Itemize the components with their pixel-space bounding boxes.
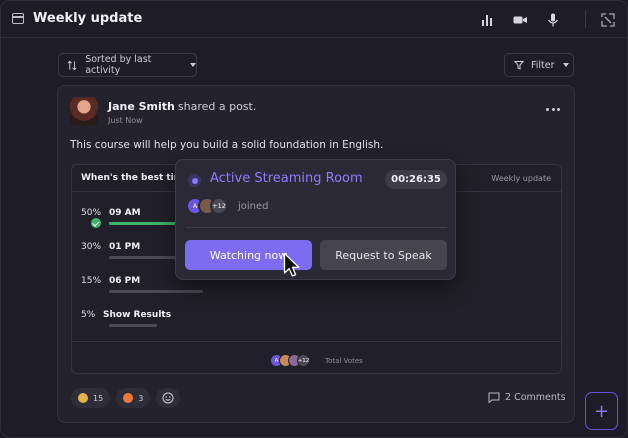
option-label: 01 PM <box>109 242 141 252</box>
room-title: Active Streaming Room <box>210 171 363 186</box>
reaction-count: 15 <box>93 393 104 403</box>
party-popper-icon <box>78 393 88 403</box>
option-bar <box>109 256 181 259</box>
option-bar <box>109 324 157 327</box>
chevron-down-icon <box>190 63 196 67</box>
chevron-down-icon <box>562 63 569 67</box>
fire-icon <box>123 393 134 403</box>
option-percent: 5% <box>81 310 96 320</box>
smiley-icon <box>162 392 174 404</box>
video-camera-icon[interactable] <box>512 12 528 28</box>
more-options-icon[interactable] <box>546 106 560 112</box>
comment-icon <box>488 392 500 403</box>
option-label: Show Results <box>103 310 172 320</box>
request-to-speak-button[interactable]: Request to Speak <box>320 240 447 270</box>
comments-count: 2 Comments <box>505 392 566 403</box>
plus-icon: + <box>593 400 610 422</box>
filter-icon <box>514 61 524 70</box>
toolbar-divider <box>585 10 586 28</box>
option-percent: 15% <box>81 276 102 286</box>
poll-tag: Weekly update <box>491 174 551 183</box>
sort-icon <box>67 60 77 70</box>
divider <box>186 227 447 228</box>
sort-dropdown[interactable]: Sorted by last activity <box>58 53 197 77</box>
joined-label: joined <box>238 201 269 212</box>
option-bar <box>109 290 203 293</box>
option-percent: 30% <box>81 242 102 252</box>
avatar-overflow-count: +12 <box>297 354 310 367</box>
add-reaction-button[interactable] <box>156 388 181 408</box>
voter-avatars: A +12 <box>270 354 310 367</box>
poll-option[interactable]: 5% Show Results <box>81 310 381 338</box>
total-votes-label: Total Votes <box>325 357 363 365</box>
streaming-room-popover: Active Streaming Room 00:26:35 A +12 joi… <box>175 159 456 280</box>
option-label: 09 AM <box>109 208 141 218</box>
check-icon <box>91 218 101 228</box>
reaction-count: 3 <box>138 393 144 403</box>
post-timestamp: Just Now <box>108 116 143 125</box>
live-indicator-icon <box>188 174 201 187</box>
joined-avatars: A +12 <box>186 197 228 215</box>
window-icon <box>12 13 24 24</box>
window-title: Weekly update <box>33 11 143 26</box>
comments-link[interactable]: 2 Comments <box>488 392 566 403</box>
poll-option[interactable]: 15% 06 PM <box>81 276 381 304</box>
add-button[interactable]: + <box>585 392 618 430</box>
option-label: 06 PM <box>109 276 141 286</box>
mouse-cursor-icon <box>283 252 300 277</box>
avatar-overflow-count: +12 <box>210 197 228 215</box>
stream-timer: 00:26:35 <box>385 170 447 189</box>
title-bar: Weekly update <box>1 1 627 38</box>
poll-question: When's the best time <box>81 173 190 183</box>
filter-dropdown[interactable]: Filter <box>504 53 574 77</box>
reaction-fire[interactable]: 3 <box>116 388 151 408</box>
app-window: Weekly update Sorted by last activity Fi… <box>0 0 628 438</box>
option-percent: 50% <box>81 208 102 218</box>
post-author: Jane Smith shared a post. <box>108 100 256 113</box>
sort-label: Sorted by last activity <box>85 54 152 76</box>
post-action: shared a post. <box>177 100 257 113</box>
author-name[interactable]: Jane Smith <box>108 100 175 113</box>
bar-chart-icon[interactable] <box>479 12 495 28</box>
post-body: This course will help you build a solid … <box>70 139 384 151</box>
filter-label: Filter <box>531 59 555 71</box>
microphone-icon[interactable] <box>545 12 561 28</box>
picture-in-picture-icon[interactable] <box>600 12 616 28</box>
avatar[interactable] <box>70 97 98 125</box>
reaction-party[interactable]: 15 <box>71 388 111 408</box>
poll-footer: A +12 Total Votes <box>72 341 561 373</box>
reactions-bar: 15 3 <box>71 388 181 408</box>
